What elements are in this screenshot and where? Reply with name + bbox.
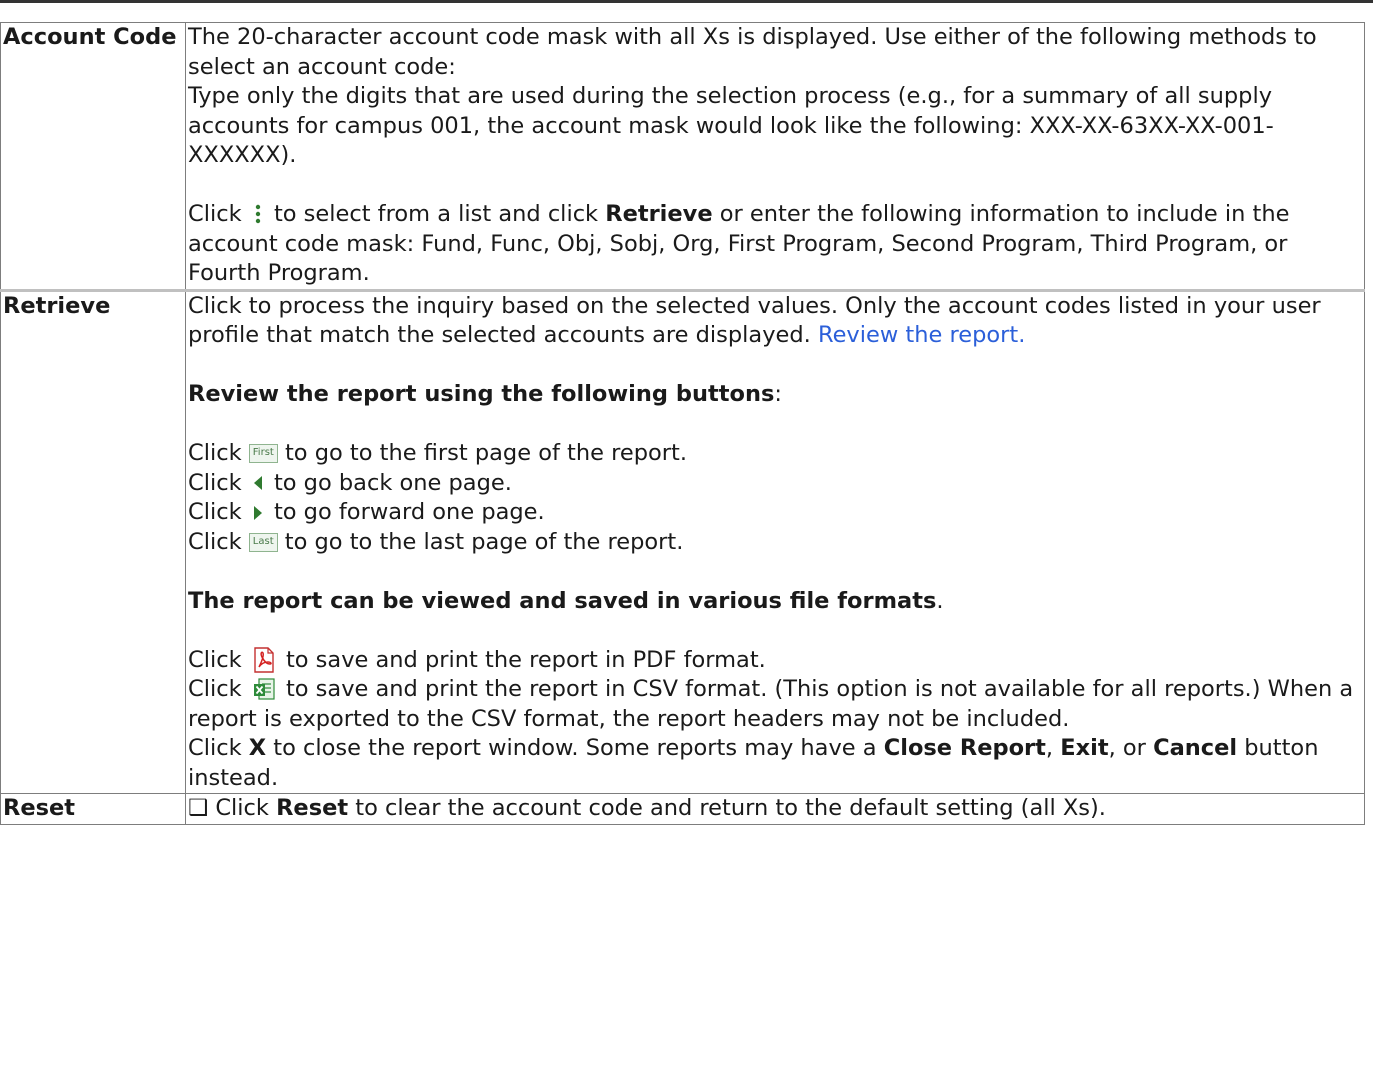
term-retrieve: Retrieve bbox=[0, 289, 186, 794]
field-definition-table: Account Code The 20-character account co… bbox=[0, 22, 1365, 825]
nav-next: Click to go forward one page. bbox=[188, 499, 545, 525]
next-page-icon[interactable] bbox=[253, 505, 263, 521]
retrieve-intro: Click to process the inquiry based on th… bbox=[188, 292, 1321, 349]
close-report-keyword: Close Report bbox=[883, 735, 1046, 761]
nav-last: Click Last to go to the last page of the… bbox=[188, 528, 684, 555]
retrieve-keyword: Retrieve bbox=[605, 201, 713, 227]
last-page-icon[interactable]: Last bbox=[248, 532, 278, 552]
exit-keyword: Exit bbox=[1060, 735, 1109, 761]
top-rule bbox=[0, 0, 1373, 3]
checkbox-glyph: ❑ bbox=[188, 795, 209, 821]
vertical-ellipsis-icon[interactable] bbox=[253, 203, 263, 227]
csv-line: Click to save and print the report in CS… bbox=[188, 676, 1354, 732]
account-code-intro: The 20-character account code mask with … bbox=[188, 24, 1317, 80]
close-x-keyword: X bbox=[248, 735, 267, 761]
term-account-code: Account Code bbox=[0, 22, 186, 292]
reset-keyword: Reset bbox=[276, 795, 349, 821]
row-retrieve: Retrieve Click to process the inquiry ba… bbox=[0, 289, 1365, 794]
account-code-mask-example: Type only the digits that are used durin… bbox=[188, 83, 1274, 168]
previous-page-icon[interactable] bbox=[253, 475, 263, 491]
csv-icon[interactable] bbox=[253, 677, 275, 702]
account-code-lookup-text: Click to select from a list and click Re… bbox=[188, 201, 1290, 286]
nav-previous: Click to go back one page. bbox=[188, 469, 512, 496]
definition-retrieve: Click to process the inquiry based on th… bbox=[185, 289, 1365, 794]
review-report-link[interactable]: Review the report. bbox=[818, 322, 1025, 348]
formats-heading: The report can be viewed and saved in va… bbox=[188, 587, 944, 614]
row-account-code: Account Code The 20-character account co… bbox=[0, 22, 1365, 292]
buttons-heading: Review the report using the following bu… bbox=[188, 381, 782, 407]
cancel-keyword: Cancel bbox=[1153, 735, 1238, 761]
row-reset: Reset ❑ Click Reset to clear the account… bbox=[0, 793, 1365, 825]
term-reset: Reset bbox=[0, 793, 186, 825]
definition-account-code: The 20-character account code mask with … bbox=[185, 22, 1365, 292]
pdf-icon[interactable] bbox=[253, 647, 275, 673]
definition-reset: ❑ Click Reset to clear the account code … bbox=[185, 793, 1365, 825]
close-line: Click X to close the report window. Some… bbox=[188, 735, 1319, 791]
pdf-line: Click to save and print the report in PD… bbox=[188, 646, 766, 673]
first-page-icon[interactable]: First bbox=[248, 444, 278, 463]
nav-first: Click First to go to the first page of t… bbox=[188, 440, 687, 466]
